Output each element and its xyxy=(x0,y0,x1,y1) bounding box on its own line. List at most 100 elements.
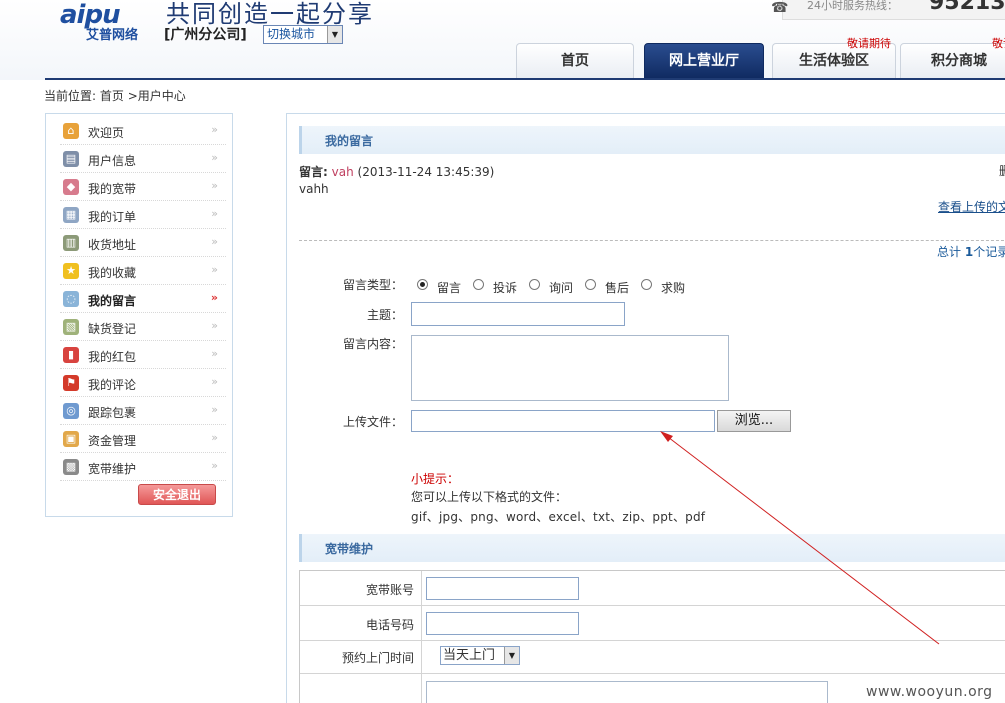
toolbox-icon: ▩ xyxy=(63,459,79,475)
table-row: 电话号码 xyxy=(300,606,1005,641)
content-textarea[interactable] xyxy=(411,335,729,401)
sidebar-item[interactable]: ◆ 我的宽带 » xyxy=(60,173,226,201)
description-textarea[interactable] xyxy=(426,681,828,703)
divider xyxy=(299,240,1005,241)
message-prefix: 留言: xyxy=(299,165,328,179)
chevron-right-icon: » xyxy=(211,375,218,388)
sidebar-item[interactable]: ▮ 我的红包 » xyxy=(60,341,226,369)
tab-online-hall[interactable]: 网上营业厅 xyxy=(644,43,764,79)
record-total: 总计 1个记录 xyxy=(937,243,1005,260)
sidebar-item-label: 我的收藏 xyxy=(88,266,137,280)
city-select[interactable]: 切换城市 ▼ xyxy=(263,25,343,44)
sidebar-item-label: 我的评论 xyxy=(88,378,137,392)
message-type-radio[interactable] xyxy=(473,279,484,290)
sidebar-item-label: 资金管理 xyxy=(88,434,137,448)
search-package-icon: ◎ xyxy=(63,403,79,419)
chat-bubble-icon: ◌ xyxy=(63,291,79,307)
section-title: 宽带维护 xyxy=(325,542,374,556)
breadcrumb-current: 用户中心 xyxy=(137,89,186,103)
sidebar-item[interactable]: ◌ 我的留言 » xyxy=(60,285,226,313)
chevron-right-icon: » xyxy=(211,207,218,220)
sidebar-item[interactable]: ▦ 我的订单 » xyxy=(60,201,226,229)
sidebar-item-label: 跟踪包裹 xyxy=(88,406,137,420)
tag-icon: ◆ xyxy=(63,179,79,195)
section-title: 我的留言 xyxy=(325,134,374,148)
clipboard-icon: ▧ xyxy=(63,319,79,335)
view-upload-link[interactable]: 查看上传的文 xyxy=(938,198,1005,215)
sidebar-item[interactable]: ⌂ 欢迎页 » xyxy=(60,117,226,145)
chevron-right-icon: » xyxy=(211,347,218,360)
message-type-radio[interactable] xyxy=(585,279,596,290)
sidebar-item[interactable]: ▩ 宽带维护 » xyxy=(60,453,226,481)
tab-label: 首页 xyxy=(561,53,589,69)
visit-time-value: 当天上门 xyxy=(443,648,496,663)
message-type-radio[interactable] xyxy=(417,279,428,290)
hotline-label: 24小时服务热线： xyxy=(807,0,898,12)
chevron-right-icon: » xyxy=(211,319,218,332)
sidebar-item-label: 我的订单 xyxy=(88,210,137,224)
chevron-right-icon: » xyxy=(211,123,218,136)
branch-name: [广州分公司] xyxy=(164,27,247,43)
message-type-option-label: 售后 xyxy=(605,281,630,295)
message-type-option-label: 求购 xyxy=(661,281,686,295)
file-input[interactable] xyxy=(411,410,715,432)
sidebar-item[interactable]: ▥ 收货地址 » xyxy=(60,229,226,257)
table-row: 预约上门时间 xyxy=(300,641,1005,674)
flag-icon: ⚑ xyxy=(63,375,79,391)
message-type-radio[interactable] xyxy=(529,279,540,290)
tip-text: 您可以上传以下格式的文件： xyxy=(411,490,568,504)
message-meta: 留言: vah (2013-11-24 13:45:39) xyxy=(299,163,494,180)
message-type-radio[interactable] xyxy=(641,279,652,290)
logo-subtitle: 艾普网络 xyxy=(86,28,139,43)
account-input[interactable] xyxy=(426,577,579,600)
message-type-option-label: 询问 xyxy=(549,281,574,295)
message-body: vahh xyxy=(299,182,329,196)
total-prefix: 总计 xyxy=(937,245,962,259)
sidebar: ▩ 宽带维护 » ▣ 资金管理 » ◎ 跟踪包裹 » ⚑ 我的评论 » ▮ 我的红包 » ▧ 缺货登记 » ◌ 我的留… xyxy=(45,113,233,517)
phone-icon: ☎ xyxy=(771,0,789,16)
browse-button[interactable]: 浏览... xyxy=(717,410,791,432)
sidebar-item-label: 我的红包 xyxy=(88,350,137,364)
watermark: www.wooyun.org xyxy=(866,684,993,700)
sidebar-item[interactable]: ▧ 缺货登记 » xyxy=(60,313,226,341)
tab-label: 网上营业厅 xyxy=(669,53,739,69)
chevron-right-icon: » xyxy=(211,431,218,444)
header-divider xyxy=(45,78,1005,80)
chevron-down-icon: ▼ xyxy=(504,647,519,664)
document-icon: ▦ xyxy=(63,207,79,223)
tab-label: 积分商城 xyxy=(931,53,987,69)
sidebar-item[interactable]: ★ 我的收藏 » xyxy=(60,257,226,285)
coming-soon-badge: 敬请期 xyxy=(992,37,1005,50)
sidebar-item-label: 欢迎页 xyxy=(88,126,125,140)
subject-input[interactable] xyxy=(411,302,625,326)
breadcrumb: 当前位置: 首页 >用户中心 xyxy=(44,87,186,104)
content-label: 留言内容： xyxy=(343,337,404,351)
site-logo[interactable]: aipu 艾普网络 xyxy=(60,0,152,44)
sidebar-item-label: 缺货登记 xyxy=(88,322,137,336)
total-count: 1 xyxy=(964,245,974,259)
visit-time-select[interactable]: 当天上门 ▼ xyxy=(440,646,520,665)
chevron-right-icon: » xyxy=(211,403,218,416)
tab-home[interactable]: 首页 xyxy=(516,43,634,79)
chevron-down-icon: ▼ xyxy=(327,26,342,43)
tab-life-experience[interactable]: 生活体验区 敬请期待 xyxy=(772,38,896,79)
breadcrumb-home[interactable]: 首页 xyxy=(100,89,124,103)
phone-input[interactable] xyxy=(426,612,579,635)
logout-button[interactable]: 安全退出 xyxy=(138,484,216,505)
id-card-icon: ▤ xyxy=(63,151,79,167)
visit-time-label: 预约上门时间 xyxy=(341,651,414,665)
sidebar-item-label: 宽带维护 xyxy=(88,462,137,476)
sidebar-item[interactable]: ◎ 跟踪包裹 » xyxy=(60,397,226,425)
chevron-right-icon: » xyxy=(211,263,218,276)
messages-section-header: 我的留言 xyxy=(299,126,1005,154)
message-user: vah xyxy=(331,165,354,179)
message-time: (2013-11-24 13:45:39) xyxy=(357,165,495,179)
delete-message-link[interactable]: 删 xyxy=(999,162,1005,179)
sidebar-item-label: 我的留言 xyxy=(88,294,137,308)
sidebar-item[interactable]: ⚑ 我的评论 » xyxy=(60,369,226,397)
sidebar-item[interactable]: ▣ 资金管理 » xyxy=(60,425,226,453)
tab-points-mall[interactable]: 积分商城 敬请期 xyxy=(900,38,1005,79)
message-type-label: 留言类型： xyxy=(343,278,404,292)
broadband-section-header: 宽带维护 xyxy=(299,534,1005,562)
sidebar-item[interactable]: ▤ 用户信息 » xyxy=(60,145,226,173)
